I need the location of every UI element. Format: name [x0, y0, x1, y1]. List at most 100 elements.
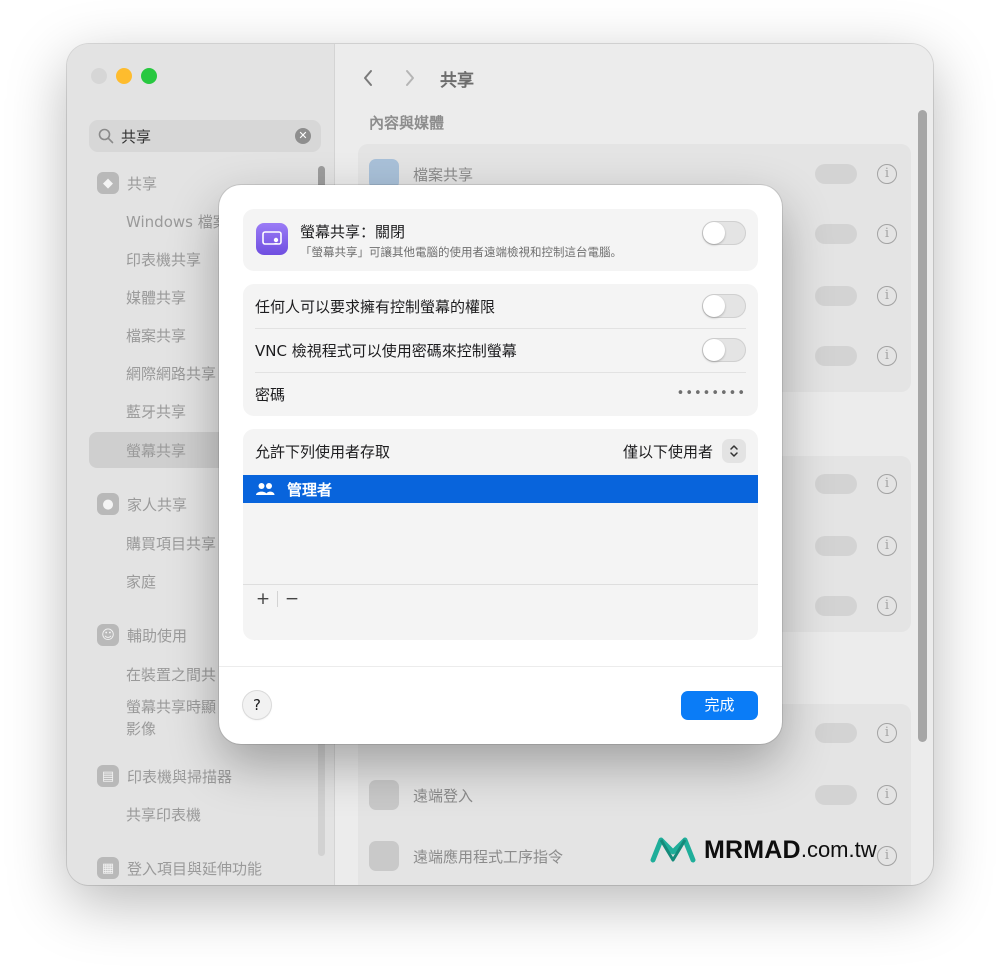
forward-button[interactable]	[396, 64, 424, 92]
mrmad-logo-icon	[650, 837, 696, 863]
chevron-left-icon	[364, 70, 372, 86]
toggle[interactable]	[815, 474, 857, 494]
vnc-password-toggle[interactable]	[702, 338, 746, 362]
info-icon[interactable]: i	[877, 723, 897, 743]
user-list: 管理者 + −	[243, 475, 758, 612]
zoom-window-button[interactable]	[141, 68, 157, 84]
sidebar-item-printers-scanners[interactable]: ▤ 印表機與掃描器	[89, 758, 321, 794]
sidebar-item-label: 螢幕共享	[126, 441, 187, 460]
add-user-button[interactable]: +	[251, 588, 275, 610]
page-title: 共享	[440, 70, 474, 91]
watermark-domain: .com.tw	[800, 837, 877, 862]
section-title: 內容與媒體	[369, 114, 445, 132]
screen-sharing-options-card: 任何人可以要求擁有控制螢幕的權限 VNC 檢視程式可以使用密碼來控制螢幕 密碼 …	[243, 284, 758, 416]
sidebar-item-label: 登入項目與延伸功能	[127, 859, 263, 878]
watermark-brand: MRMAD	[704, 835, 801, 864]
sidebar-item-label: 共享	[127, 174, 158, 193]
sidebar-item-label: 共享印表機	[126, 805, 202, 824]
row-label: 遠端登入	[413, 786, 474, 805]
sidebar-item-label: 在裝置之間共	[126, 665, 217, 684]
clear-search-icon[interactable]: ✕	[295, 128, 311, 144]
done-button[interactable]: 完成	[681, 691, 758, 720]
info-icon[interactable]: i	[877, 224, 897, 244]
sidebar-item-label: 藍牙共享	[126, 402, 187, 421]
sidebar-item-shared-printer[interactable]: 共享印表機	[89, 796, 321, 832]
sidebar-item-label: 購買項目共享	[126, 534, 217, 553]
remove-user-button[interactable]: −	[280, 588, 304, 610]
accessibility-icon: ☺	[97, 624, 119, 646]
user-list-footer: + −	[243, 584, 758, 612]
access-card: 允許下列使用者存取 僅以下使用者 管理者 + −	[243, 429, 758, 640]
password-label: 密碼	[255, 385, 286, 404]
printer-icon: ▤	[97, 765, 119, 787]
divider	[219, 666, 782, 667]
script-icon	[369, 841, 399, 871]
watermark: MRMAD .com.tw	[650, 834, 877, 866]
info-icon[interactable]: i	[877, 164, 897, 184]
sidebar-item-label: 影像	[126, 719, 157, 738]
toggle[interactable]	[815, 723, 857, 743]
sidebar-item-label: 家庭	[126, 572, 157, 591]
sidebar-item-label: 網際網路共享	[126, 364, 217, 383]
screen-sharing-toggle[interactable]	[702, 221, 746, 245]
minimize-window-button[interactable]	[116, 68, 132, 84]
row-label: 檔案共享	[413, 165, 474, 184]
toggle[interactable]	[815, 346, 857, 366]
info-icon[interactable]: i	[877, 785, 897, 805]
sheet-title: 螢幕共享：關閉	[300, 223, 406, 241]
family-icon: ●	[97, 493, 119, 515]
access-popup-button[interactable]: 僅以下使用者	[623, 439, 746, 463]
sidebar-item-label: 媒體共享	[126, 288, 187, 307]
sidebar-item-label: 檔案共享	[126, 326, 187, 345]
info-icon[interactable]: i	[877, 536, 897, 556]
toggle[interactable]	[815, 596, 857, 616]
login-items-icon: ▦	[97, 857, 119, 879]
screen-sharing-sheet: 螢幕共享：關閉 「螢幕共享」可讓其他電腦的使用者遠端檢視和控制這台電腦。 任何人…	[219, 185, 782, 744]
sidebar-item-label: 印表機與掃描器	[127, 767, 233, 786]
setting-row-anyone-request: 任何人可以要求擁有控制螢幕的權限	[255, 284, 746, 328]
toggle[interactable]	[815, 286, 857, 306]
row-label: 遠端應用程式工序指令	[413, 847, 564, 866]
access-header: 允許下列使用者存取 僅以下使用者	[255, 429, 746, 473]
help-button[interactable]: ?	[243, 691, 271, 719]
sidebar-item-label: 印表機共享	[126, 250, 202, 269]
info-icon[interactable]: i	[877, 346, 897, 366]
access-label: 允許下列使用者存取	[255, 442, 391, 461]
sidebar-item-label: 輔助使用	[127, 626, 188, 645]
user-list-row[interactable]: 管理者	[243, 475, 758, 503]
toolbar: 共享	[354, 64, 474, 92]
info-icon[interactable]: i	[877, 286, 897, 306]
screen-sharing-app-icon	[256, 223, 288, 255]
toggle[interactable]	[815, 785, 857, 805]
anyone-request-label: 任何人可以要求擁有控制螢幕的權限	[255, 297, 496, 316]
access-selected-option: 僅以下使用者	[622, 442, 713, 461]
setting-row-password: 密碼 ••••••••	[255, 372, 746, 416]
vnc-password-label: VNC 檢視程式可以使用密碼來控制螢幕	[255, 341, 517, 360]
toggle[interactable]	[815, 224, 857, 244]
toggle[interactable]	[815, 164, 857, 184]
setting-row-vnc-password: VNC 檢視程式可以使用密碼來控制螢幕	[255, 328, 746, 372]
search-input-value: 共享	[121, 127, 152, 146]
main-scrollbar[interactable]	[918, 110, 927, 742]
back-button[interactable]	[354, 64, 382, 92]
divider	[277, 590, 278, 607]
sidebar-item-login-items[interactable]: ▦ 登入項目與延伸功能	[89, 850, 321, 885]
sharing-icon: ◆	[97, 172, 119, 194]
terminal-icon	[369, 780, 399, 810]
info-icon[interactable]: i	[877, 596, 897, 616]
anyone-request-toggle[interactable]	[702, 294, 746, 318]
chevron-right-icon	[406, 70, 414, 86]
close-window-button[interactable]	[91, 68, 107, 84]
search-icon	[98, 128, 114, 144]
toggle[interactable]	[815, 536, 857, 556]
info-icon[interactable]: i	[877, 846, 897, 866]
list-item-remote-login[interactable]: 遠端登入 i	[369, 775, 897, 815]
password-field[interactable]: ••••••••	[677, 386, 746, 401]
info-icon[interactable]: i	[877, 474, 897, 494]
sidebar-search-field[interactable]: 共享 ✕	[89, 120, 321, 152]
screen-sharing-header-card: 螢幕共享：關閉 「螢幕共享」可讓其他電腦的使用者遠端檢視和控制這台電腦。	[243, 209, 758, 271]
sidebar-item-label: 家人共享	[127, 495, 188, 514]
window-controls	[91, 68, 157, 84]
sheet-description: 「螢幕共享」可讓其他電腦的使用者遠端檢視和控制這台電腦。	[300, 245, 622, 259]
user-name: 管理者	[287, 480, 333, 499]
